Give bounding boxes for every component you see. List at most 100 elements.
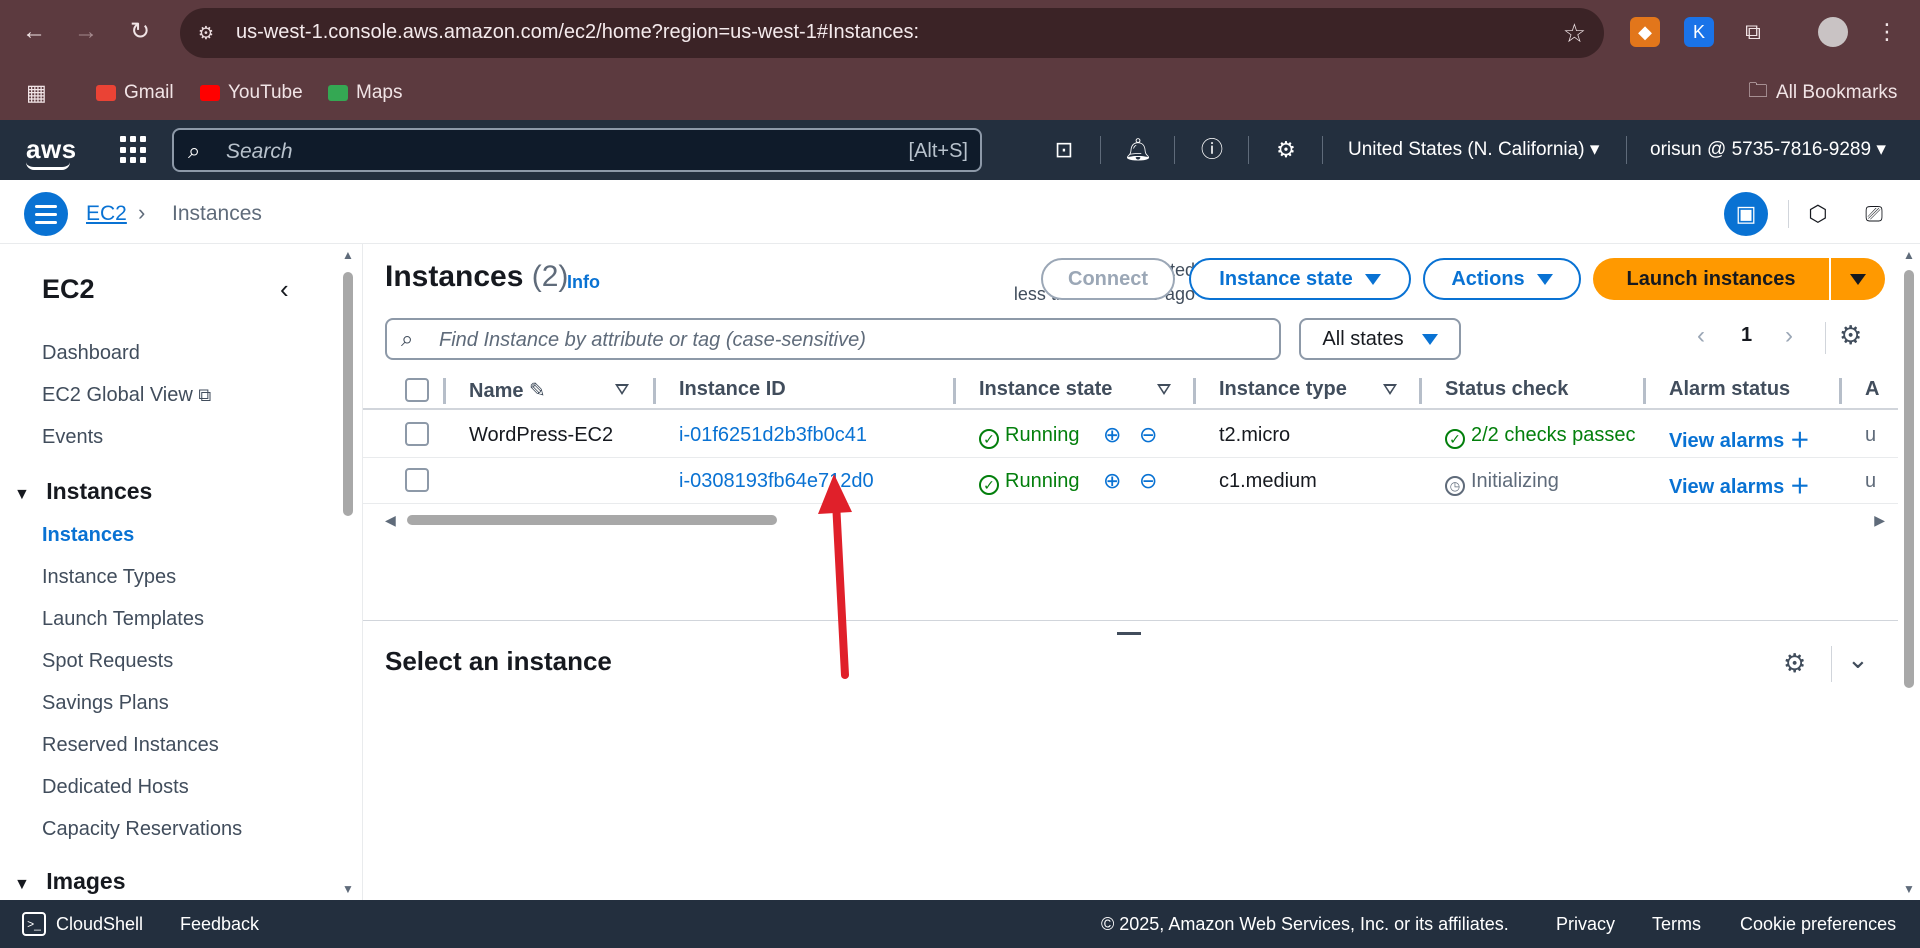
sidebar-item-global-view[interactable]: EC2 Global View ⧉ [42, 384, 211, 407]
sort-icon[interactable] [615, 384, 629, 395]
sort-icon[interactable] [1157, 384, 1171, 395]
prev-page-icon[interactable]: ‹ [1697, 322, 1705, 350]
states-filter-select[interactable]: All states [1299, 318, 1461, 360]
side-nav-toggle-icon[interactable] [24, 192, 68, 236]
caret-down-icon [1364, 273, 1381, 285]
column-instance-id[interactable]: Instance ID [679, 378, 786, 401]
sort-icon[interactable] [1383, 384, 1397, 395]
detail-settings-gear-icon[interactable]: ⚙ [1783, 648, 1806, 679]
forward-icon[interactable]: → [70, 16, 102, 48]
zoom-out-icon[interactable]: ⊖ [1139, 468, 1157, 494]
services-grid-icon[interactable] [120, 136, 148, 164]
status-check: ✓ 2/2 checks passec [1445, 424, 1635, 449]
aws-search-input[interactable]: ⌕ Search [Alt+S] [172, 128, 982, 172]
privacy-link[interactable]: Privacy [1556, 914, 1615, 935]
next-page-icon[interactable]: › [1785, 322, 1793, 350]
profile-k-extension-icon[interactable]: K [1684, 17, 1714, 47]
view-alarms-link[interactable]: View alarms ＋ [1669, 470, 1810, 499]
zoom-in-icon[interactable]: ⊕ [1103, 468, 1121, 494]
column-name[interactable]: Name ✎ [469, 378, 546, 403]
bell-icon[interactable]: 🔔︎ [1122, 134, 1154, 166]
back-icon[interactable]: ← [18, 16, 50, 48]
address-bar[interactable]: ⚙ us-west-1.console.aws.amazon.com/ec2/h… [180, 8, 1604, 58]
check-circle-icon: ✓ [979, 429, 999, 449]
page-number[interactable]: 1 [1741, 324, 1752, 347]
row-checkbox[interactable] [405, 422, 429, 446]
feedback-link[interactable]: Feedback [180, 914, 259, 935]
info-link[interactable]: Info [567, 272, 600, 293]
kebab-menu-icon[interactable]: ⋮ [1872, 17, 1902, 47]
terms-link[interactable]: Terms [1652, 914, 1701, 935]
zoom-in-icon[interactable]: ⊕ [1103, 422, 1121, 448]
help-icon[interactable]: ⓘ [1196, 134, 1228, 166]
account-menu[interactable]: orisun @ 5735-7816-9289 ▾ [1650, 138, 1886, 161]
chevron-left-icon[interactable]: ‹ [280, 274, 289, 305]
column-instance-type[interactable]: Instance type [1219, 378, 1347, 401]
cookie-preferences-link[interactable]: Cookie preferences [1740, 914, 1896, 935]
sidebar-item-instance-types[interactable]: Instance Types [42, 566, 176, 589]
split-panel-drag-handle[interactable] [1117, 632, 1141, 635]
sidebar-item-spot-requests[interactable]: Spot Requests [42, 650, 173, 673]
search-placeholder: Search [226, 140, 293, 163]
instance-id-link[interactable]: i-01f6251d2b3fb0c41 [679, 424, 867, 447]
column-instance-state[interactable]: Instance state [979, 378, 1112, 401]
sidebar-item-savings-plans[interactable]: Savings Plans [42, 692, 169, 715]
launch-dropdown-button[interactable] [1831, 258, 1885, 300]
sidebar-item-reserved-instances[interactable]: Reserved Instances [42, 734, 219, 757]
chevron-down-icon[interactable]: ⌄ [1847, 644, 1869, 675]
launch-instances-button[interactable]: Launch instances [1593, 258, 1829, 300]
all-bookmarks[interactable]: 🗀 All Bookmarks [1748, 78, 1897, 108]
apps-grid-icon[interactable]: ▦ [26, 78, 47, 108]
sidebar-section-instances[interactable]: ▼ Instances [14, 478, 152, 505]
reload-icon[interactable]: ↻ [124, 16, 156, 48]
view-alarms-link[interactable]: View alarms ＋ [1669, 424, 1810, 453]
site-settings-icon[interactable]: ⚙ [194, 21, 218, 45]
aws-top-nav: aws ⌕ Search [Alt+S] ⊡ 🔔︎ ⓘ ⚙ United Sta… [0, 120, 1920, 180]
instance-state-button[interactable]: Instance state [1189, 258, 1411, 300]
instance-id-link[interactable]: i-0308193fb64e712d0 [679, 470, 874, 493]
sidebar-item-dedicated-hosts[interactable]: Dedicated Hosts [42, 776, 189, 799]
table-horizontal-scrollbar[interactable]: ◀ ▶ [385, 512, 1885, 528]
sidebar-item-capacity-reservations[interactable]: Capacity Reservations [42, 818, 242, 841]
region-selector[interactable]: United States (N. California) ▾ [1348, 138, 1599, 161]
breadcrumb-ec2[interactable]: EC2 [86, 202, 127, 226]
sidebar-item-launch-templates[interactable]: Launch Templates [42, 608, 204, 631]
cloudshell-link[interactable]: CloudShell [56, 914, 143, 935]
select-all-checkbox[interactable] [405, 378, 429, 402]
scroll-left-icon[interactable]: ◀ [385, 512, 396, 529]
instance-filter-input[interactable]: ⌕ Find Instance by attribute or tag (cas… [385, 318, 1281, 360]
connect-button[interactable]: Connect [1041, 258, 1175, 300]
bookmark-youtube[interactable]: YouTube [200, 78, 303, 108]
hexagon-icon[interactable]: ⬡ [1796, 192, 1840, 236]
column-partial[interactable]: A [1865, 378, 1879, 401]
metamask-extension-icon[interactable]: ◆ [1630, 17, 1660, 47]
column-status-check[interactable]: Status check [1445, 378, 1568, 401]
column-alarm-status[interactable]: Alarm status [1669, 378, 1790, 401]
main-scrollbar[interactable]: ▲ ▼ [1898, 244, 1920, 900]
table-row[interactable]: WordPress-EC2 i-01f6251d2b3fb0c41 ✓ Runni… [363, 412, 1899, 458]
actions-button[interactable]: Actions [1423, 258, 1581, 300]
sidebar-scrollbar[interactable]: ▲ ▼ [340, 244, 356, 900]
table-preferences-gear-icon[interactable]: ⚙ [1839, 320, 1862, 351]
bookmark-maps[interactable]: Maps [328, 78, 402, 108]
bookmark-star-icon[interactable]: ☆ [1563, 18, 1586, 49]
bookmark-gmail[interactable]: Gmail [96, 78, 174, 108]
sidebar-item-instances[interactable]: Instances [42, 524, 134, 547]
extensions-puzzle-icon[interactable]: ⧉ [1738, 17, 1768, 47]
cloudshell-icon[interactable]: >_ [22, 912, 46, 936]
avatar[interactable] [1818, 17, 1848, 47]
scroll-right-icon[interactable]: ▶ [1874, 512, 1885, 529]
url-text[interactable]: us-west-1.console.aws.amazon.com/ec2/hom… [236, 21, 919, 44]
split-panel-icon[interactable]: ▣ [1724, 192, 1768, 236]
sidebar-section-images[interactable]: ▼ Images [14, 868, 126, 895]
row-checkbox[interactable] [405, 468, 429, 492]
gear-icon[interactable]: ⚙ [1270, 134, 1302, 166]
zoom-out-icon[interactable]: ⊖ [1139, 422, 1157, 448]
caret-down-icon [1850, 273, 1866, 285]
sidebar-item-dashboard[interactable]: Dashboard [42, 342, 140, 365]
cloudshell-icon[interactable]: ⊡ [1048, 134, 1080, 166]
sidebar-item-events[interactable]: Events [42, 426, 103, 449]
aws-logo[interactable]: aws [26, 134, 77, 165]
monitor-icon[interactable]: ⎚ [1852, 192, 1896, 236]
table-row[interactable]: i-0308193fb64e712d0 ✓ Running ⊕ ⊖ c1.medi… [363, 458, 1899, 504]
